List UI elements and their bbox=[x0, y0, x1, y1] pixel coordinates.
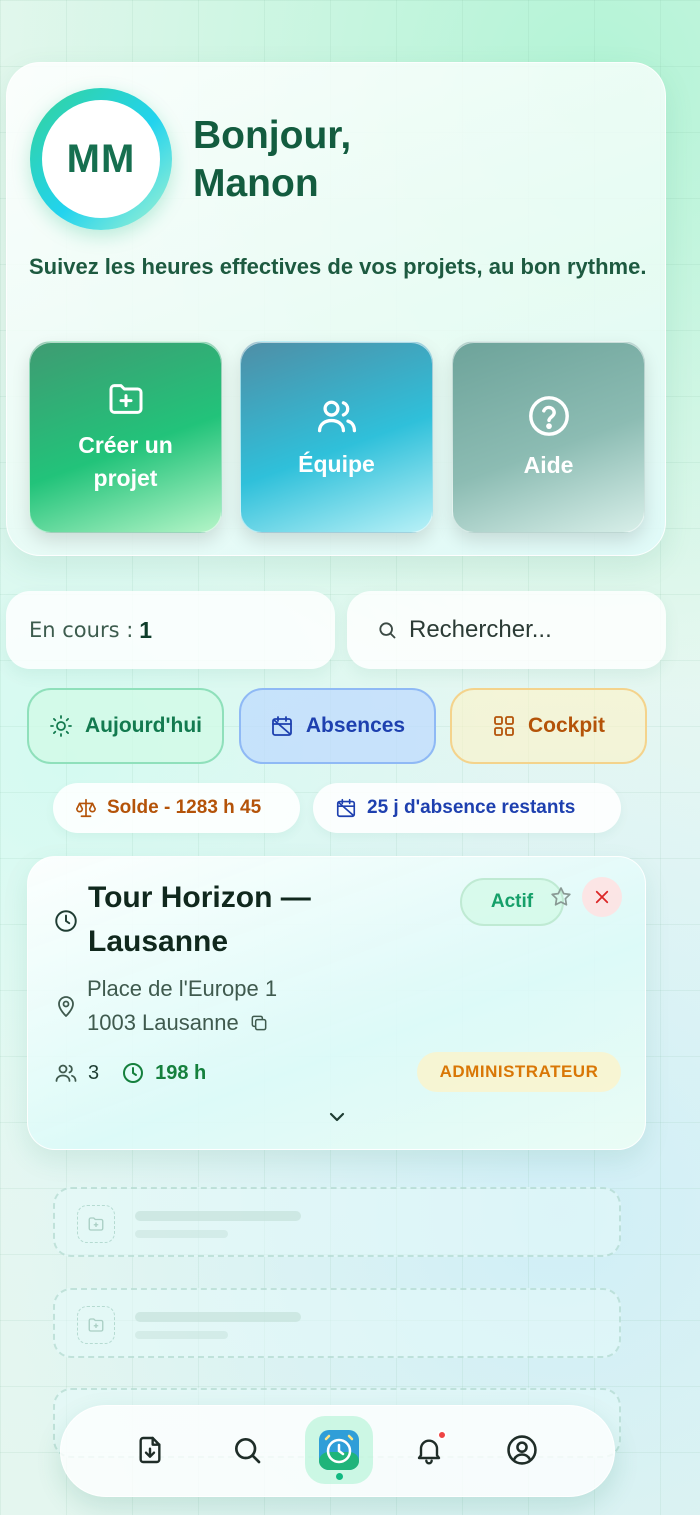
in-progress-counter: En cours : 1 bbox=[6, 591, 335, 669]
team-label: Équipe bbox=[298, 450, 375, 477]
nav-download[interactable] bbox=[125, 1425, 175, 1475]
filter-today-label: Aujourd'hui bbox=[85, 714, 202, 737]
create-project-label-2: projet bbox=[93, 465, 158, 491]
create-project-button[interactable]: Créer un projet bbox=[29, 341, 222, 533]
active-indicator bbox=[336, 1473, 343, 1480]
project-address: Place de l'Europe 1 1003 Lausanne bbox=[87, 972, 277, 1040]
close-button[interactable] bbox=[582, 877, 622, 917]
greeting-line1: Bonjour, bbox=[193, 114, 352, 157]
search-icon bbox=[235, 1438, 261, 1464]
absence-left-badge: 25 j d'absence restants bbox=[313, 783, 621, 833]
nav-profile[interactable] bbox=[497, 1425, 547, 1475]
skeleton-card bbox=[53, 1288, 621, 1358]
search-placeholder: Rechercher... bbox=[409, 616, 552, 643]
user-circle-icon bbox=[507, 1435, 537, 1465]
clock-icon bbox=[123, 1063, 144, 1083]
folder-plus-icon bbox=[109, 384, 142, 414]
nav-search[interactable] bbox=[222, 1425, 272, 1475]
help-label: Aide bbox=[523, 451, 574, 478]
users-icon bbox=[55, 1064, 77, 1082]
help-circle-icon bbox=[528, 395, 569, 436]
in-progress-label: En cours : bbox=[29, 618, 134, 642]
in-progress-count: 1 bbox=[139, 616, 153, 643]
create-project-label-1: Créer un bbox=[78, 432, 173, 458]
favorite-button[interactable] bbox=[541, 877, 581, 917]
users-icon bbox=[317, 400, 356, 432]
star-icon bbox=[551, 887, 571, 906]
balance-badge: Solde - 1283 h 45 bbox=[53, 783, 300, 833]
role-badge: ADMINISTRATEUR bbox=[417, 1052, 621, 1092]
project-title: Tour Horizon — Lausanne bbox=[88, 876, 418, 964]
filter-cockpit-label: Cockpit bbox=[527, 714, 605, 737]
greeting-name: Manon bbox=[193, 162, 319, 205]
location-pin-icon bbox=[58, 996, 74, 1017]
balance-text: Solde - 1283 h 45 bbox=[107, 797, 262, 818]
address-line1: Place de l'Europe 1 bbox=[87, 976, 278, 1001]
timer-icon bbox=[319, 1430, 359, 1470]
skeleton-card bbox=[53, 1187, 621, 1257]
folder-plus-icon bbox=[88, 1217, 104, 1231]
search-input[interactable]: Rechercher... bbox=[347, 591, 666, 669]
project-title-line2: Lausanne bbox=[88, 925, 229, 958]
copy-icon[interactable] bbox=[249, 1013, 269, 1033]
filter-absences-button[interactable]: Absences bbox=[239, 688, 436, 764]
sun-icon bbox=[50, 715, 72, 737]
filter-today-button[interactable]: Aujourd'hui bbox=[27, 688, 224, 764]
search-icon bbox=[379, 622, 396, 639]
calendar-off-icon bbox=[271, 716, 292, 736]
team-button[interactable]: Équipe bbox=[240, 341, 433, 533]
chevron-down-icon[interactable] bbox=[325, 1105, 349, 1129]
project-meta: 3 198 h bbox=[54, 1058, 206, 1088]
calendar-off-icon bbox=[336, 798, 356, 818]
project-hours: 198 h bbox=[155, 1061, 207, 1084]
avatar-initials: MM bbox=[42, 100, 160, 218]
notification-dot bbox=[437, 1430, 447, 1440]
absence-left-text: 25 j d'absence restants bbox=[367, 797, 576, 818]
grid-icon bbox=[494, 716, 514, 736]
tagline: Suivez les heures effectives de vos proj… bbox=[29, 254, 647, 279]
download-icon bbox=[139, 1436, 161, 1464]
clock-icon bbox=[55, 910, 77, 932]
scale-icon bbox=[76, 798, 96, 818]
filter-absences-label: Absences bbox=[305, 714, 406, 737]
project-title-line1: Tour Horizon — bbox=[88, 881, 311, 914]
close-icon bbox=[595, 890, 609, 904]
avatar[interactable]: MM bbox=[30, 88, 172, 230]
filter-cockpit-button[interactable]: Cockpit bbox=[450, 688, 647, 764]
address-line2: 1003 Lausanne bbox=[87, 1010, 239, 1035]
folder-plus-icon bbox=[88, 1318, 104, 1332]
member-count: 3 bbox=[88, 1061, 100, 1084]
help-button[interactable]: Aide bbox=[452, 341, 645, 533]
greeting: Bonjour, Manon bbox=[193, 112, 351, 208]
